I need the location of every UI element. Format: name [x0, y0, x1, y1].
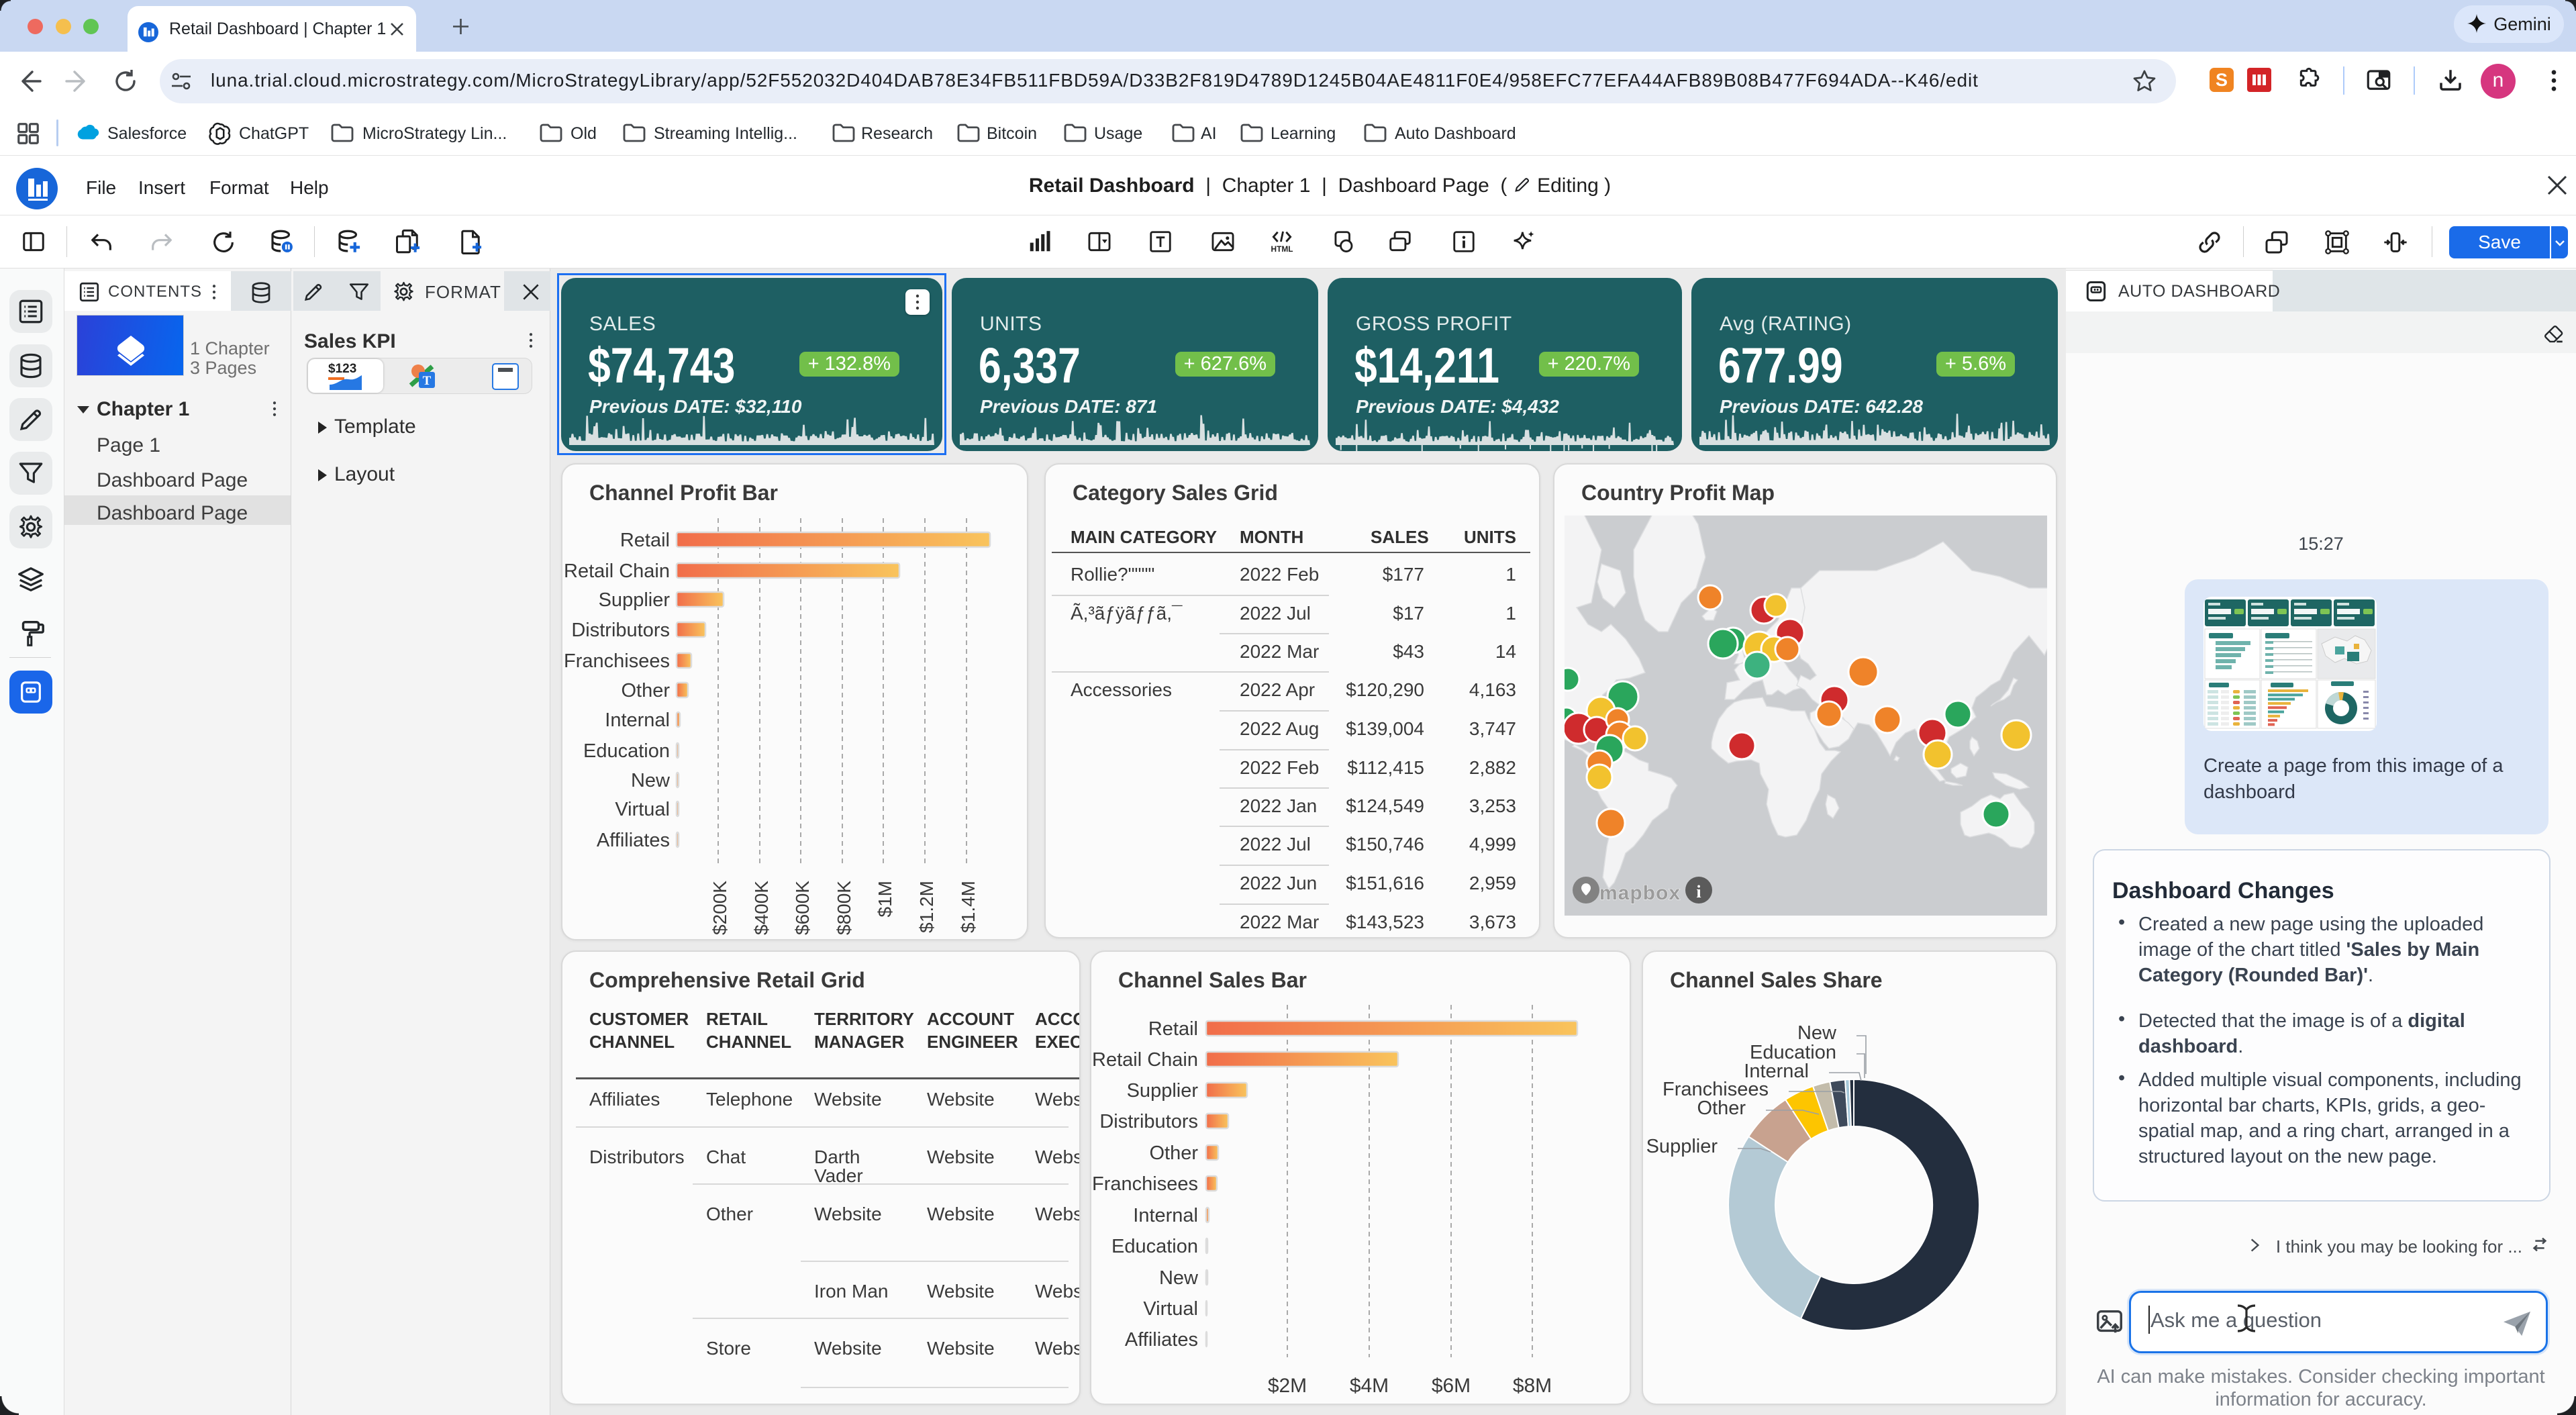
svg-text:Retail: Retail — [620, 530, 670, 551]
svg-text:HTML: HTML — [1271, 244, 1293, 254]
svg-text:$600K: $600K — [792, 881, 813, 935]
svg-text:$800K: $800K — [834, 881, 854, 935]
svg-text:$200K: $200K — [709, 881, 730, 935]
svg-text:$400K: $400K — [751, 881, 772, 935]
svg-text:New: New — [1159, 1267, 1199, 1289]
svg-text:Franchisees: Franchisees — [1092, 1173, 1198, 1195]
svg-text:$2M: $2M — [1268, 1375, 1307, 1397]
svg-text:$6M: $6M — [1432, 1375, 1471, 1397]
svg-text:mapbox: mapbox — [1599, 882, 1681, 904]
svg-text:Distributors: Distributors — [1099, 1111, 1198, 1132]
svg-text:New: New — [1797, 1022, 1837, 1044]
svg-text:Virtual: Virtual — [1143, 1298, 1198, 1320]
svg-text:Distributors: Distributors — [571, 620, 670, 641]
svg-text:T: T — [423, 374, 432, 388]
svg-text:Internal: Internal — [605, 710, 670, 731]
svg-text:Affiliates: Affiliates — [597, 830, 670, 851]
svg-text:Education: Education — [583, 740, 670, 762]
svg-text:Virtual: Virtual — [615, 799, 670, 820]
svg-text:Affiliates: Affiliates — [1125, 1329, 1198, 1351]
svg-text:$1M: $1M — [875, 881, 895, 917]
svg-text:$1.2M: $1.2M — [916, 881, 937, 933]
svg-text:Supplier: Supplier — [1646, 1136, 1718, 1157]
svg-text:$4M: $4M — [1350, 1375, 1389, 1397]
svg-text:Other: Other — [621, 680, 670, 701]
svg-text:Other: Other — [1149, 1142, 1198, 1164]
svg-text:Internal: Internal — [1133, 1205, 1198, 1226]
svg-text:$1.4M: $1.4M — [958, 881, 979, 933]
svg-text:Other: Other — [1697, 1097, 1746, 1119]
svg-text:$8M: $8M — [1513, 1375, 1552, 1397]
svg-text:Retail: Retail — [1148, 1018, 1198, 1040]
svg-text:Supplier: Supplier — [1127, 1080, 1199, 1102]
svg-text:New: New — [631, 770, 671, 791]
svg-text:i: i — [1696, 882, 1701, 901]
svg-text:Education: Education — [1111, 1236, 1198, 1257]
svg-text:Supplier: Supplier — [599, 589, 671, 611]
svg-text:Franchisees: Franchisees — [564, 650, 670, 672]
svg-text:Retail Chain: Retail Chain — [1092, 1049, 1198, 1071]
svg-text:Retail Chain: Retail Chain — [564, 560, 670, 582]
